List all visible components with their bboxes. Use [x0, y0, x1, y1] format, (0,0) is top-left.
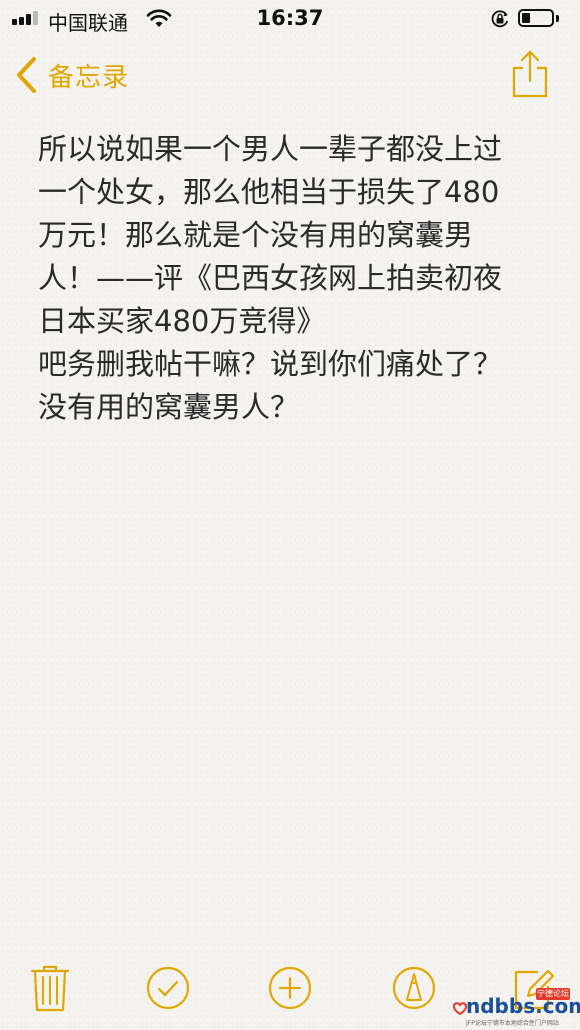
- watermark-subtitle: JFP论坛宁德市本地综合性门户网站: [466, 1020, 559, 1027]
- sketch-icon[interactable]: [390, 962, 438, 1014]
- share-icon[interactable]: [508, 48, 552, 100]
- trash-icon[interactable]: [26, 962, 74, 1014]
- note-line: 所以说如果一个男人一辈子都没上过: [38, 132, 503, 166]
- note-body[interactable]: 所以说如果一个男人一辈子都没上过 一个处女，那么他相当于损失了480 万元！那么…: [38, 128, 558, 429]
- back-button[interactable]: 备忘录: [14, 52, 129, 98]
- checklist-icon[interactable]: [144, 962, 192, 1014]
- note-line: 吧务删我帖干嘛？说到你们痛处了？: [38, 347, 503, 381]
- chevron-left-icon: [17, 57, 36, 93]
- note-line: 万元！那么就是个没有用的窝囊男: [38, 218, 474, 252]
- note-line: 没有用的窝囊男人？: [38, 390, 300, 424]
- orientation-lock-icon: [491, 10, 509, 28]
- add-icon[interactable]: [266, 962, 314, 1014]
- site-watermark: 宁德论坛 ndbbs.com JFP论坛宁德市本地综合性门户网站: [452, 988, 580, 1028]
- note-line: 一个处女，那么他相当于损失了480: [38, 175, 500, 209]
- status-bar: 中国联通 16:37: [0, 0, 580, 38]
- back-button-label: 备忘录: [48, 62, 130, 93]
- watermark-domain: ndbbs.com: [466, 994, 580, 1018]
- battery-icon: [518, 9, 560, 29]
- note-line: 日本买家480万竞得》: [38, 304, 326, 338]
- note-line: 人！——评《巴西女孩网上拍卖初夜: [38, 261, 503, 295]
